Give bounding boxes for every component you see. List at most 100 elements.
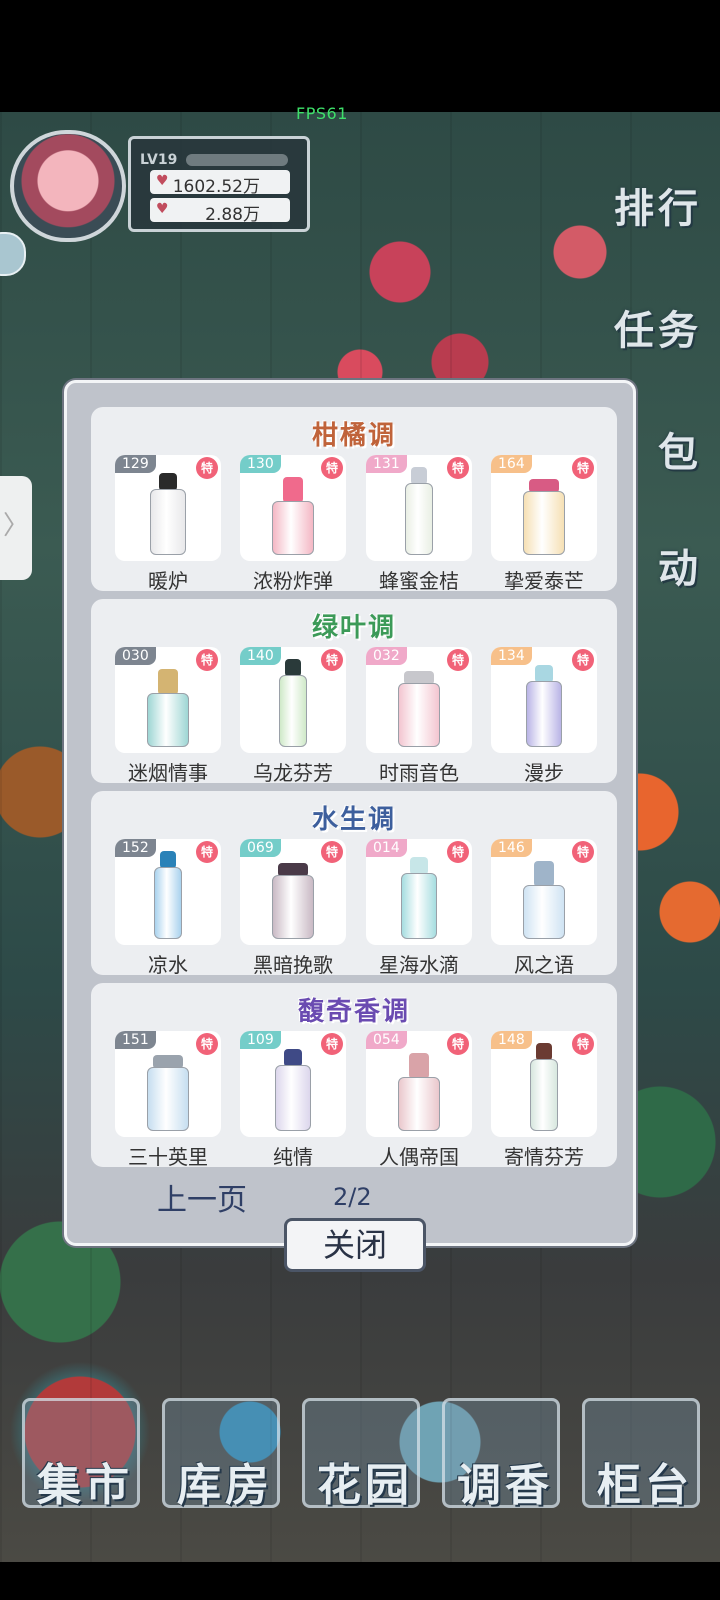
- perfume-bottle-image: [398, 1077, 440, 1131]
- perfume-number-badge: 131: [366, 455, 407, 473]
- nav-warehouse-label: 库房: [177, 1460, 273, 1511]
- system-nav-area: [0, 1562, 720, 1600]
- chevron-right-icon: 〉: [2, 511, 29, 541]
- perfume-item[interactable]: 152 特凉水: [115, 839, 221, 978]
- perfume-bottle-image: [150, 489, 186, 555]
- perfume-bottle-image: [147, 1067, 189, 1131]
- perfume-card[interactable]: 131 特: [366, 455, 472, 561]
- perfume-number-badge: 030: [115, 647, 156, 665]
- perfume-card[interactable]: 134 特: [491, 647, 597, 753]
- perfume-name: 蜂蜜金桔: [379, 569, 459, 593]
- bag-button[interactable]: 包: [658, 420, 702, 478]
- perfume-card[interactable]: 130 特: [240, 455, 346, 561]
- coin-stat: ♥ 1602.52万: [150, 170, 290, 197]
- perfume-item[interactable]: 134 特漫步: [491, 647, 597, 786]
- task-button[interactable]: 任务: [614, 298, 702, 356]
- nav-counter[interactable]: 柜台: [582, 1398, 700, 1511]
- perfume-name: 时雨音色: [379, 761, 459, 785]
- perfume-number-badge: 129: [115, 455, 156, 473]
- special-tag-badge: 特: [447, 1033, 469, 1055]
- perfume-card[interactable]: 109 特: [240, 1031, 346, 1137]
- perfume-item[interactable]: 146 特风之语: [491, 839, 597, 978]
- perfume-number-badge: 054: [366, 1031, 407, 1049]
- perfume-bottle-image: [272, 501, 314, 555]
- perfume-name: 纯情: [273, 1145, 313, 1169]
- expand-tab[interactable]: 〉: [0, 476, 32, 580]
- perfume-item[interactable]: 151 特三十英里: [115, 1031, 221, 1170]
- perfume-bottle-image: [398, 683, 440, 747]
- perfume-item[interactable]: 140 特乌龙芬芳: [240, 647, 346, 786]
- perfume-name: 浓粉炸弹: [253, 569, 333, 593]
- perfume-item[interactable]: 148 特寄情芬芳: [491, 1031, 597, 1170]
- perfume-item[interactable]: 014 特星海水滴: [366, 839, 472, 978]
- perfume-name: 漫步: [524, 761, 564, 785]
- perfume-bottle-image: [405, 483, 433, 555]
- perfume-name: 乌龙芬芳: [253, 761, 333, 785]
- perfume-item[interactable]: 130 特浓粉炸弹: [240, 455, 346, 594]
- nav-counter-label: 柜台: [597, 1460, 693, 1511]
- avatar[interactable]: [10, 130, 126, 242]
- perfume-card[interactable]: 014 特: [366, 839, 472, 945]
- perfume-bottle-image: [526, 681, 562, 747]
- special-tag-badge: 特: [321, 1033, 343, 1055]
- special-tag-badge: 特: [447, 649, 469, 671]
- perfume-cap-image: [283, 477, 303, 503]
- nav-blend[interactable]: 调香: [442, 1398, 560, 1511]
- fps-counter: FPS61: [296, 104, 348, 123]
- perfume-name: 凉水: [148, 953, 188, 977]
- perfume-name: 寄情芬芳: [504, 1145, 584, 1169]
- perfume-bottle-image: [523, 885, 565, 939]
- ranking-button[interactable]: 排行: [614, 176, 702, 234]
- special-tag-badge: 特: [196, 1033, 218, 1055]
- perfume-section: 柑橘调 129 特暖炉 130 特浓粉炸弹 131 特蜂蜜金桔 164 特挚爱泰芒: [91, 407, 617, 594]
- perfume-number-badge: 014: [366, 839, 407, 857]
- perfume-card[interactable]: 054 特: [366, 1031, 472, 1137]
- special-tag-badge: 特: [447, 457, 469, 479]
- perfume-card[interactable]: 164 特: [491, 455, 597, 561]
- perfume-number-badge: 130: [240, 455, 281, 473]
- nav-garden[interactable]: 花园: [302, 1398, 420, 1511]
- perfume-bottle-image: [275, 1065, 311, 1131]
- perfume-collection-dialog: 上一页 2/2 柑橘调 129 特暖炉 130 特浓粉炸弹 131 特蜂蜜金桔 164 特挚爱泰…: [64, 380, 636, 1246]
- perfume-card[interactable]: 030 特: [115, 647, 221, 753]
- perfume-item[interactable]: 032 特时雨音色: [366, 647, 472, 786]
- perfume-item[interactable]: 109 特纯情: [240, 1031, 346, 1170]
- perfume-cap-image: [534, 861, 554, 887]
- perfume-name: 迷烟情事: [128, 761, 208, 785]
- perfume-card[interactable]: 032 特: [366, 647, 472, 753]
- special-tag-badge: 特: [572, 457, 594, 479]
- perfume-name: 星海水滴: [379, 953, 459, 977]
- special-tag-badge: 特: [572, 649, 594, 671]
- perfume-item[interactable]: 164 特挚爱泰芒: [491, 455, 597, 594]
- perfume-card[interactable]: 069 特: [240, 839, 346, 945]
- perfume-card[interactable]: 148 特: [491, 1031, 597, 1137]
- perfume-number-badge: 140: [240, 647, 281, 665]
- event-button[interactable]: 动: [658, 536, 702, 594]
- nav-blend-label: 调香: [457, 1460, 553, 1511]
- perfume-item[interactable]: 131 特蜂蜜金桔: [366, 455, 472, 594]
- heart-stat: ♥ 2.88万: [150, 198, 290, 225]
- special-tag-badge: 特: [196, 457, 218, 479]
- perfume-item[interactable]: 069 特黑暗挽歌: [240, 839, 346, 978]
- xp-bar: [186, 154, 288, 166]
- special-tag-badge: 特: [572, 841, 594, 863]
- perfume-name: 黑暗挽歌: [253, 953, 333, 977]
- nav-market-label: 集市: [37, 1460, 133, 1511]
- section-title: 柑橘调: [311, 421, 396, 451]
- nav-market[interactable]: 集市: [22, 1398, 140, 1511]
- perfume-card[interactable]: 129 特: [115, 455, 221, 561]
- special-tag-badge: 特: [196, 649, 218, 671]
- perfume-name: 三十英里: [128, 1145, 208, 1169]
- perfume-item[interactable]: 030 特迷烟情事: [115, 647, 221, 786]
- perfume-card[interactable]: 146 特: [491, 839, 597, 945]
- perfume-item[interactable]: 054 特人偶帝国: [366, 1031, 472, 1170]
- perfume-card[interactable]: 140 特: [240, 647, 346, 753]
- close-button[interactable]: 关闭: [284, 1218, 426, 1272]
- nav-warehouse[interactable]: 库房: [162, 1398, 280, 1511]
- perfume-card[interactable]: 151 特: [115, 1031, 221, 1137]
- perfume-number-badge: 146: [491, 839, 532, 857]
- perfume-name: 挚爱泰芒: [504, 569, 584, 593]
- perfume-card[interactable]: 152 特: [115, 839, 221, 945]
- prev-page-button[interactable]: 上一页: [157, 1175, 247, 1219]
- perfume-item[interactable]: 129 特暖炉: [115, 455, 221, 594]
